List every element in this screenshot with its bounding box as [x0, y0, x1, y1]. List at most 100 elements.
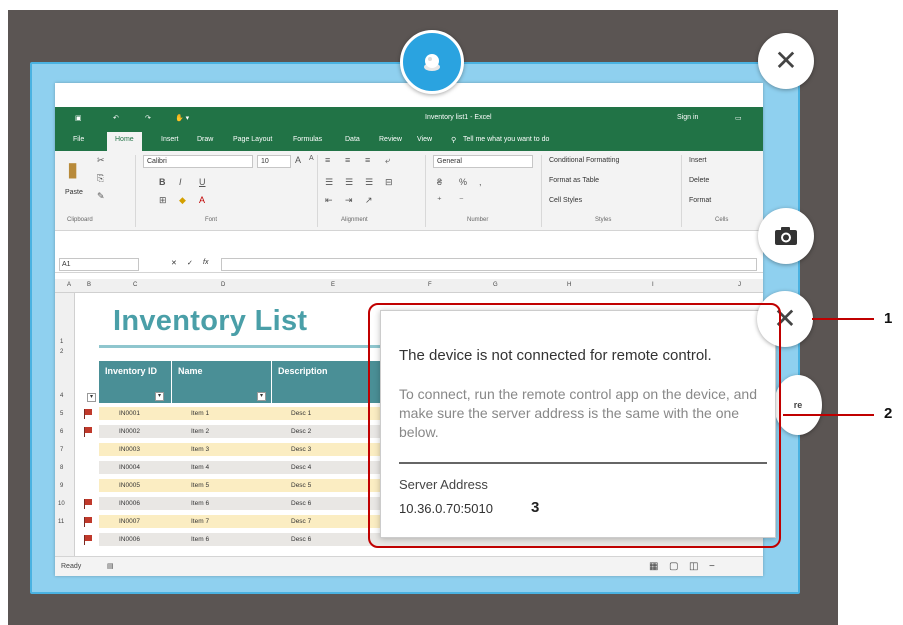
wrap-text-icon[interactable]: ⤶ — [385, 155, 390, 166]
format-as-table-button[interactable]: Format as Table — [549, 177, 599, 184]
row-header[interactable]: 1 — [60, 339, 63, 345]
cell-desc[interactable]: Desc 4 — [291, 464, 311, 471]
font-color-icon[interactable]: A — [199, 195, 205, 205]
underline-icon[interactable]: U — [199, 177, 206, 187]
tab-home[interactable]: Home — [107, 132, 142, 151]
tab-data[interactable]: Data — [345, 136, 360, 143]
filter-dropdown-icon[interactable]: ▾ — [257, 392, 266, 401]
number-format-select[interactable]: General — [433, 155, 533, 168]
currency-icon[interactable]: ₴ — [437, 177, 442, 187]
cut-icon[interactable]: ✂ — [97, 155, 105, 166]
merge-icon[interactable]: ⊟ — [385, 177, 393, 188]
align-middle-icon[interactable]: ≡ — [345, 155, 350, 165]
decrease-decimal-icon[interactable]: ⁻ — [459, 195, 464, 206]
borders-icon[interactable]: ⊞ — [159, 195, 167, 206]
cell-desc[interactable]: Desc 5 — [291, 482, 311, 489]
header-name[interactable]: Name — [171, 361, 269, 403]
col-header-b[interactable]: B — [87, 282, 91, 288]
format-cells-button[interactable]: Format — [689, 197, 711, 204]
filter-dropdown-icon[interactable]: ▾ — [87, 393, 96, 402]
delete-cells-button[interactable]: Delete — [689, 177, 709, 184]
cell-id[interactable]: IN0005 — [119, 482, 140, 489]
row-header[interactable]: 10 — [58, 501, 65, 507]
paste-label[interactable]: Paste — [65, 189, 83, 196]
row-header[interactable]: 11 — [58, 519, 64, 525]
comma-icon[interactable]: , — [479, 177, 482, 187]
col-header-h[interactable]: H — [567, 282, 571, 288]
center-icon[interactable]: ☰ — [345, 177, 353, 188]
increase-indent-icon[interactable]: ⇥ — [345, 195, 353, 206]
increase-decimal-icon[interactable]: ⁺ — [437, 195, 442, 206]
more-button[interactable]: re — [774, 375, 822, 435]
cell-name[interactable]: Item 6 — [191, 500, 209, 507]
filter-dropdown-icon[interactable]: ▾ — [155, 392, 164, 401]
tab-formulas[interactable]: Formulas — [293, 136, 322, 143]
cell-id[interactable]: IN0006 — [119, 500, 140, 507]
cell-desc[interactable]: Desc 1 — [291, 410, 311, 417]
tab-draw[interactable]: Draw — [197, 136, 213, 143]
col-header-e[interactable]: E — [331, 282, 335, 288]
cell-name[interactable]: Item 6 — [191, 536, 209, 543]
col-header-i[interactable]: I — [652, 282, 654, 288]
align-right-icon[interactable]: ☰ — [365, 177, 373, 188]
redo-icon[interactable]: ↷ — [145, 114, 151, 122]
shrink-font-icon[interactable]: A — [309, 155, 314, 162]
tab-review[interactable]: Review — [379, 136, 402, 143]
function-icon[interactable]: fx — [203, 259, 208, 266]
drag-handle-button[interactable] — [400, 30, 464, 94]
row-header[interactable]: 7 — [60, 447, 63, 453]
col-header-f[interactable]: F — [428, 282, 432, 288]
copy-icon[interactable]: ⎘ — [97, 173, 104, 184]
col-header-a[interactable]: A — [67, 282, 71, 288]
align-top-icon[interactable]: ≡ — [325, 155, 330, 165]
sign-in-link[interactable]: Sign in — [677, 114, 698, 121]
row-header[interactable]: 6 — [60, 429, 63, 435]
col-header-j[interactable]: J — [738, 282, 741, 288]
undo-icon[interactable]: ↶ — [113, 114, 119, 122]
row-header[interactable]: 8 — [60, 465, 63, 471]
save-icon[interactable]: ▣ — [75, 114, 82, 122]
search-icon[interactable]: ⚲ — [451, 136, 456, 144]
cell-name[interactable]: Item 2 — [191, 428, 209, 435]
row-header[interactable]: 9 — [60, 483, 63, 489]
col-header-g[interactable]: G — [493, 282, 498, 288]
cell-name[interactable]: Item 5 — [191, 482, 209, 489]
page-break-view-icon[interactable]: ◫ — [689, 561, 698, 572]
cell-name[interactable]: Item 3 — [191, 446, 209, 453]
tab-insert[interactable]: Insert — [161, 136, 179, 143]
enter-icon[interactable]: ✓ — [187, 259, 193, 267]
col-header-d[interactable]: D — [221, 282, 225, 288]
cell-name[interactable]: Item 7 — [191, 518, 209, 525]
font-size-select[interactable]: 10 — [257, 155, 291, 168]
row-header[interactable]: 5 — [60, 411, 63, 417]
orientation-icon[interactable]: ↗ — [365, 195, 373, 206]
screenshot-button[interactable] — [758, 208, 814, 264]
align-bottom-icon[interactable]: ≡ — [365, 155, 370, 165]
tab-file[interactable]: File — [73, 136, 84, 143]
tab-view[interactable]: View — [417, 136, 432, 143]
cell-desc[interactable]: Desc 7 — [291, 518, 311, 525]
header-description[interactable]: Description — [271, 361, 375, 403]
row-header[interactable]: 2 — [60, 349, 63, 355]
cell-name[interactable]: Item 1 — [191, 410, 209, 417]
bold-icon[interactable]: B — [159, 177, 166, 187]
cell-desc[interactable]: Desc 6 — [291, 536, 311, 543]
sheet-title[interactable]: Inventory List — [113, 305, 307, 338]
insert-cells-button[interactable]: Insert — [689, 157, 707, 164]
cell-id[interactable]: IN0002 — [119, 428, 140, 435]
formula-input[interactable] — [221, 258, 757, 271]
row-header[interactable]: 4 — [60, 393, 63, 399]
touch-mode-icon[interactable]: ✋ ▾ — [175, 114, 189, 122]
cell-id[interactable]: IN0007 — [119, 518, 140, 525]
name-box[interactable]: A1 — [59, 258, 139, 271]
cell-name[interactable]: Item 4 — [191, 464, 209, 471]
cancel-icon[interactable]: ✕ — [171, 259, 177, 267]
ribbon-display-icon[interactable]: ▭ — [735, 114, 742, 122]
grow-font-icon[interactable]: A — [295, 155, 301, 165]
cell-desc[interactable]: Desc 3 — [291, 446, 311, 453]
cell-desc[interactable]: Desc 6 — [291, 500, 311, 507]
cell-desc[interactable]: Desc 2 — [291, 428, 311, 435]
align-left-icon[interactable]: ☰ — [325, 177, 333, 188]
paste-icon[interactable]: ▮ — [67, 157, 78, 182]
col-header-c[interactable]: C — [133, 282, 137, 288]
